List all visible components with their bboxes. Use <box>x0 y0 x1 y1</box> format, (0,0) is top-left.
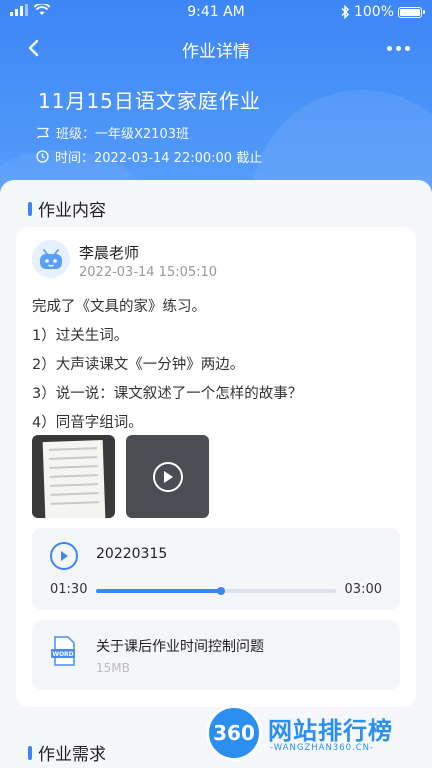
section-bar <box>28 745 32 760</box>
section-content: 作业内容 <box>28 196 106 221</box>
homework-deadline: 时间：2022-03-14 22:00:00 截止 <box>36 147 262 166</box>
content-panel: 作业内容 李晨老师 2022-03-14 15:05:10 完成了《文具的家》练… <box>0 180 432 768</box>
audio-progress-handle[interactable] <box>216 587 225 595</box>
audio-name: 20220315 <box>96 546 168 562</box>
audio-duration: 03:00 <box>344 582 382 597</box>
file-name: 关于课后作业时间控制问题 <box>96 639 264 655</box>
avatar <box>32 240 70 278</box>
section-title: 作业内容 <box>38 201 106 221</box>
audio-progress-track[interactable] <box>96 587 336 595</box>
body-line: 完成了《文具的家》练习。 <box>32 299 206 315</box>
post-time: 2022-03-14 15:05:10 <box>79 265 218 280</box>
video-attachment[interactable] <box>126 435 209 518</box>
homework-body: 完成了《文具的家》练习。 1）过关生词。 2）大声读课文《一分钟》两边。 3）说… <box>32 293 302 438</box>
body-line: 3）说一说：课文叙述了一个怎样的故事？ <box>32 386 303 402</box>
body-line: 2）大声读课文《一分钟》两边。 <box>32 357 245 373</box>
flag-icon <box>37 127 49 138</box>
audio-progress-fill <box>96 589 221 593</box>
svg-text:WORD: WORD <box>52 651 73 658</box>
page-title: 作业详情 <box>182 42 250 62</box>
bluetooth-icon <box>341 5 350 19</box>
homework-class: 班级：一年级X2103班 <box>36 123 189 142</box>
homework-card: 李晨老师 2022-03-14 15:05:10 完成了《文具的家》练习。 1）… <box>16 227 416 761</box>
play-icon <box>152 461 183 492</box>
watermark-url: -WANGZHAN360.CN- <box>270 743 375 753</box>
audio-current-time: 01:30 <box>50 582 88 597</box>
audio-player: 20220315 01:30 03:00 <box>32 528 400 610</box>
homework-title: 11月15日语文家庭作业 <box>38 89 261 113</box>
image-attachment[interactable] <box>32 435 115 518</box>
more-options-icon[interactable] <box>384 36 412 60</box>
audio-play-button[interactable] <box>50 542 78 570</box>
teacher-name: 李晨老师 <box>79 244 140 262</box>
section-bar <box>28 201 32 216</box>
clock-icon <box>36 150 49 163</box>
section-title: 作业需求 <box>38 745 106 765</box>
nav-bar: 作业详情 <box>0 30 432 66</box>
battery-icon <box>398 6 425 18</box>
teacher-avatar-icon <box>40 249 62 269</box>
battery-percent: 100% <box>353 4 394 20</box>
file-attachment[interactable]: WORD 关于课后作业时间控制问题 15MB <box>32 620 400 690</box>
watermark-logo: 360 <box>206 705 262 761</box>
section-requirements: 作业需求 <box>28 740 106 765</box>
file-size: 15MB <box>96 661 130 675</box>
deadline-text: 时间：2022-03-14 22:00:00 截止 <box>55 151 263 166</box>
watermark: 360 网站排行榜 -WANGZHAN360.CN- <box>206 705 426 761</box>
status-bar: 9:41 AM 100% <box>0 0 432 24</box>
class-text: 班级：一年级X2103班 <box>56 127 189 142</box>
watermark-text: 网站排行榜 <box>268 717 393 745</box>
body-line: 1）过关生词。 <box>32 328 129 344</box>
play-icon <box>61 551 68 561</box>
word-icon: WORD <box>51 636 75 666</box>
body-line: 4）同音字组词。 <box>32 415 143 431</box>
